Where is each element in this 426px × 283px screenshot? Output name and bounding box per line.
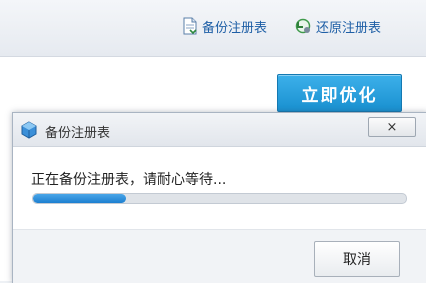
close-icon: ×	[386, 119, 398, 135]
restore-registry-link[interactable]: 还原注册表	[294, 16, 381, 36]
document-backup-icon	[182, 17, 198, 35]
close-button[interactable]: ×	[368, 117, 416, 137]
backup-registry-link[interactable]: 备份注册表	[182, 16, 267, 36]
backup-progress-bar	[32, 193, 407, 204]
backup-status-text: 正在备份注册表，请耐心等待...	[31, 172, 227, 188]
cube-app-icon	[20, 121, 38, 143]
restore-registry-label: 还原注册表	[316, 20, 382, 36]
dialog-title: 备份注册表	[45, 126, 111, 141]
cancel-button[interactable]: 取消	[314, 241, 400, 277]
optimize-now-button[interactable]: 立即优化	[277, 74, 402, 112]
backup-registry-dialog: 备份注册表 × 正在备份注册表，请耐心等待... 取消	[12, 112, 426, 283]
dialog-footer: 取消	[13, 229, 426, 283]
restore-arrow-icon	[294, 17, 312, 35]
progress-fill	[33, 194, 127, 203]
backup-registry-label: 备份注册表	[202, 20, 268, 36]
top-toolbar: 备份注册表 还原注册表	[0, 0, 426, 57]
dialog-title-bar[interactable]: 备份注册表 ×	[13, 113, 426, 147]
